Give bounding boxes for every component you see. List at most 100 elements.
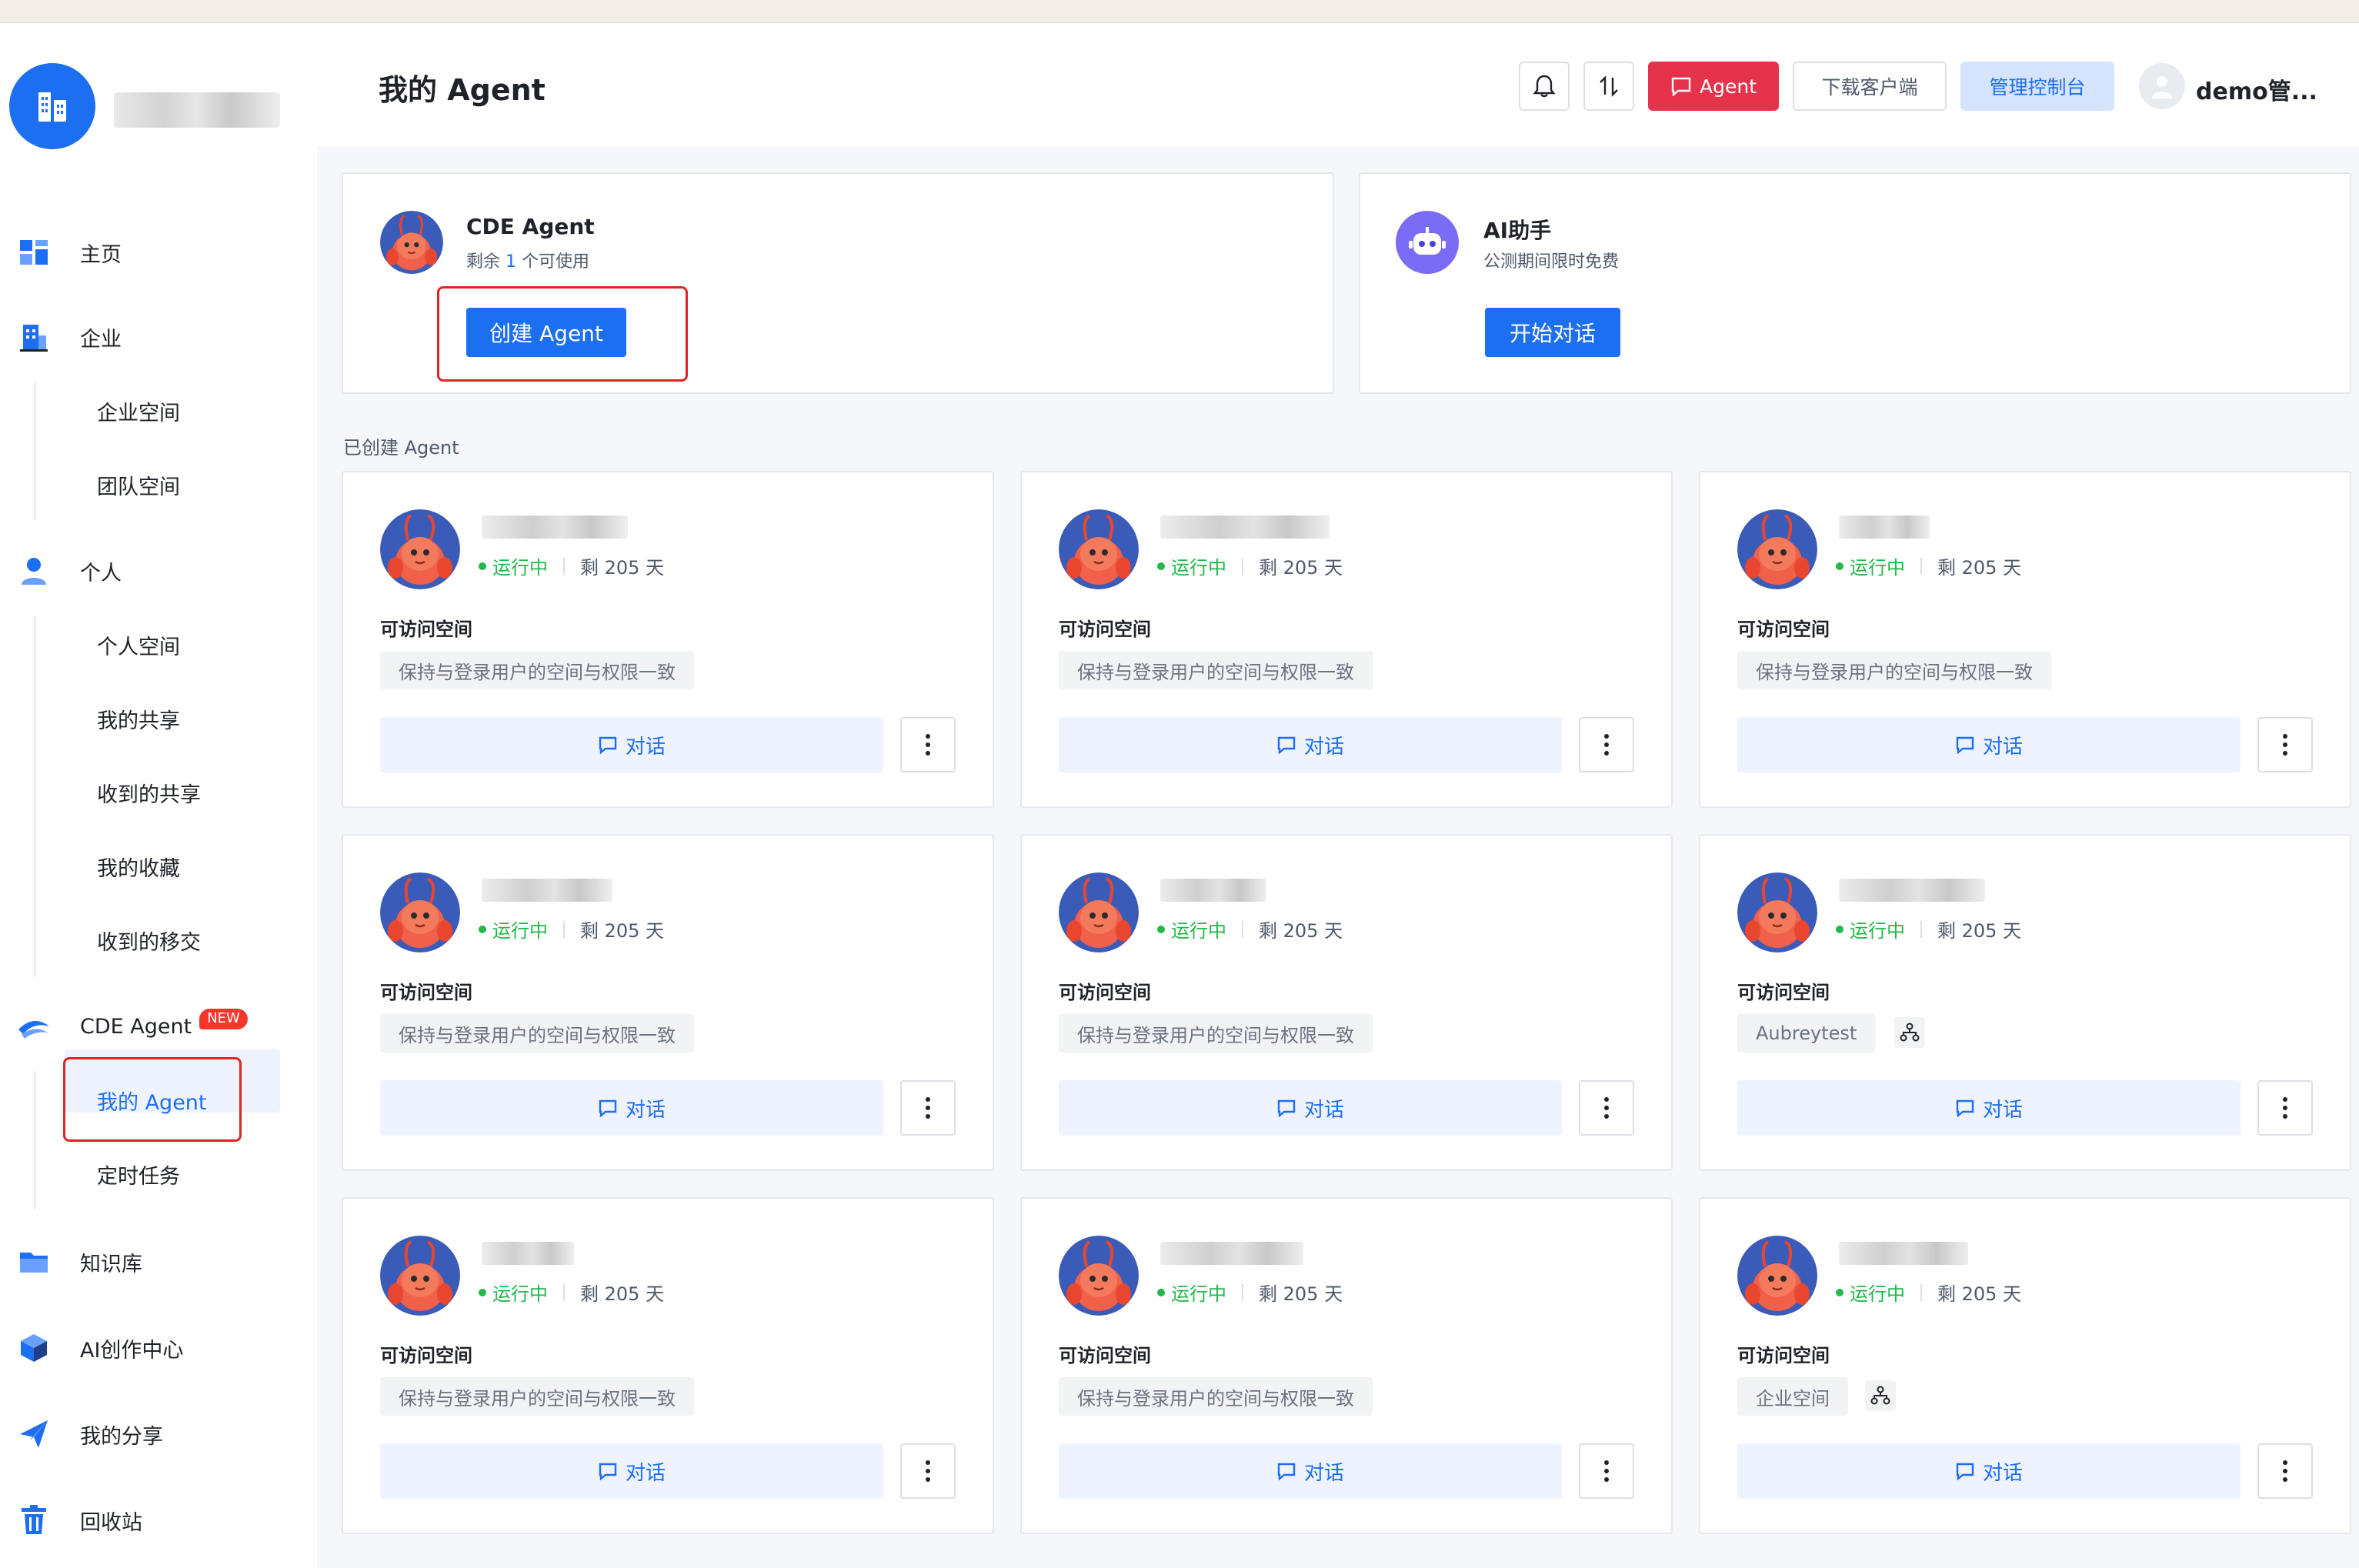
sidebar-item-ai-center[interactable]: AI创作中心: [17, 1325, 183, 1371]
sidebar-sub-transfers[interactable]: 收到的移交: [97, 917, 201, 963]
chat-button[interactable]: 对话: [380, 717, 883, 772]
sidebar-item-knowledge[interactable]: 知识库: [17, 1239, 142, 1285]
chat-button[interactable]: 对话: [1059, 1443, 1562, 1499]
divider: [1920, 557, 1922, 575]
chat-button[interactable]: 对话: [1059, 717, 1562, 772]
agent-card: 运行中 剩 205 天 可访问空间 保持与登录用户的空间与权限一致 对话: [342, 834, 994, 1171]
chat-button[interactable]: 对话: [1737, 1443, 2241, 1499]
access-title: 可访问空间: [1059, 982, 1151, 1003]
remaining-days: 剩 205 天: [1937, 557, 2022, 579]
more-vertical-icon: [2283, 734, 2287, 756]
chat-button[interactable]: 对话: [1059, 1080, 1562, 1136]
sidebar-sub-my-shares[interactable]: 我的共享: [97, 696, 180, 742]
sidebar-sub-received-shares[interactable]: 收到的共享: [97, 769, 201, 816]
agent-avatar: [1059, 509, 1139, 589]
chat-button[interactable]: 对话: [380, 1443, 883, 1499]
sidebar-item-label: 知识库: [80, 1252, 142, 1276]
sidebar-sub-team-space[interactable]: 团队空间: [97, 462, 180, 508]
highlight-box: [63, 1057, 242, 1142]
agent-name-redacted: [1839, 515, 1930, 539]
sidebar-item-enterprise[interactable]: 企业: [17, 314, 122, 360]
user-name[interactable]: demo管...: [2196, 72, 2317, 106]
access-tag: 保持与登录用户的空间与权限一致: [1737, 651, 2051, 689]
access-title: 可访问空间: [1737, 982, 1830, 1003]
chat-button[interactable]: 对话: [380, 1080, 883, 1136]
status-dot: [1836, 1288, 1843, 1296]
more-options-button[interactable]: [2257, 1443, 2313, 1499]
sub-divider: [34, 382, 35, 520]
sort-button[interactable]: [1583, 62, 1634, 111]
divider: [563, 557, 565, 575]
sidebar-sub-favorites[interactable]: 我的收藏: [97, 843, 180, 889]
logo-icon: [9, 63, 95, 149]
access-title: 可访问空间: [1059, 619, 1151, 640]
remaining-days: 剩 205 天: [1259, 1283, 1343, 1305]
status-row: 运行中 剩 205 天: [1836, 552, 2021, 579]
sidebar-item-cde-agent[interactable]: CDE Agent NEW: [17, 1003, 248, 1049]
more-options-button[interactable]: [1579, 1080, 1634, 1136]
avatar[interactable]: [2139, 63, 2185, 109]
divider: [563, 1283, 565, 1301]
agent-icon: [17, 1009, 51, 1043]
agent-name-redacted: [1839, 879, 1985, 902]
access-tag: 保持与登录用户的空间与权限一致: [1059, 651, 1373, 689]
agent-card: 运行中 剩 205 天 可访问空间 保持与登录用户的空间与权限一致 对话: [1699, 471, 2351, 808]
more-vertical-icon: [2283, 1097, 2287, 1119]
dashboard-icon: [17, 235, 51, 269]
cube-icon: [17, 1331, 51, 1365]
remaining-days: 剩 205 天: [1937, 1283, 2022, 1305]
chat-icon: [1277, 1099, 1296, 1117]
send-icon: [17, 1417, 51, 1451]
chat-button-label: 对话: [1303, 1098, 1344, 1122]
more-options-button[interactable]: [1579, 717, 1634, 772]
agent-avatar: [1737, 872, 1817, 952]
status-dot: [479, 562, 486, 570]
more-options-button[interactable]: [900, 1443, 956, 1499]
agent-card: 运行中 剩 205 天 可访问空间 保持与登录用户的空间与权限一致 对话: [1020, 471, 1673, 808]
status-row: 运行中 剩 205 天: [479, 1279, 664, 1306]
download-client-button[interactable]: 下载客户端: [1793, 62, 1947, 111]
sidebar-item-trash[interactable]: 回收站: [17, 1497, 142, 1543]
org-tree-icon[interactable]: [1894, 1017, 1925, 1048]
agent-name-redacted: [482, 879, 612, 902]
access-tag: 保持与登录用户的空间与权限一致: [380, 1014, 694, 1053]
start-chat-button[interactable]: 开始对话: [1485, 308, 1620, 357]
panel-title: AI助手: [1483, 218, 1552, 243]
agent-name-redacted: [482, 1242, 574, 1265]
more-options-button[interactable]: [900, 717, 956, 772]
status-dot: [1157, 1288, 1165, 1296]
more-vertical-icon: [2283, 1460, 2287, 1482]
more-options-button[interactable]: [2257, 1080, 2313, 1136]
sidebar-item-label: 我的分享: [80, 1424, 163, 1449]
notification-button[interactable]: [1519, 62, 1570, 111]
bell-icon: [1533, 75, 1556, 98]
more-vertical-icon: [926, 1097, 930, 1119]
sidebar-item-home[interactable]: 主页: [17, 229, 122, 275]
sidebar-sub-personal-space[interactable]: 个人空间: [97, 622, 180, 668]
sidebar-sub-enterprise-space[interactable]: 企业空间: [97, 388, 180, 434]
chat-button-label: 对话: [625, 1461, 666, 1485]
chat-button[interactable]: 对话: [1737, 1080, 2241, 1136]
divider: [1242, 920, 1243, 938]
remaining-count: 1: [506, 252, 517, 272]
remaining-days: 剩 205 天: [1937, 920, 2022, 942]
more-options-button[interactable]: [1579, 1443, 1634, 1499]
more-vertical-icon: [1604, 1460, 1609, 1482]
chat-button-label: 对话: [1303, 735, 1344, 759]
admin-console-button[interactable]: 管理控制台: [1960, 62, 2114, 111]
more-vertical-icon: [1604, 734, 1609, 756]
sidebar-item-personal[interactable]: 个人: [17, 548, 122, 594]
sidebar-sub-scheduled-tasks[interactable]: 定时任务: [97, 1151, 180, 1197]
more-options-button[interactable]: [2257, 717, 2313, 772]
org-tree-icon[interactable]: [1865, 1380, 1896, 1411]
sidebar-item-my-shares[interactable]: 我的分享: [17, 1411, 163, 1457]
chat-icon: [599, 736, 617, 754]
chat-button[interactable]: 对话: [1737, 717, 2241, 772]
panel-subtitle: 公测期间限时免费: [1483, 252, 1620, 272]
access-tag: 保持与登录用户的空间与权限一致: [380, 651, 694, 689]
status-dot: [1836, 562, 1843, 570]
chat-icon: [1956, 1463, 1974, 1480]
agent-button[interactable]: Agent: [1648, 62, 1779, 111]
more-options-button[interactable]: [900, 1080, 956, 1136]
agent-avatar: [1737, 1236, 1817, 1316]
